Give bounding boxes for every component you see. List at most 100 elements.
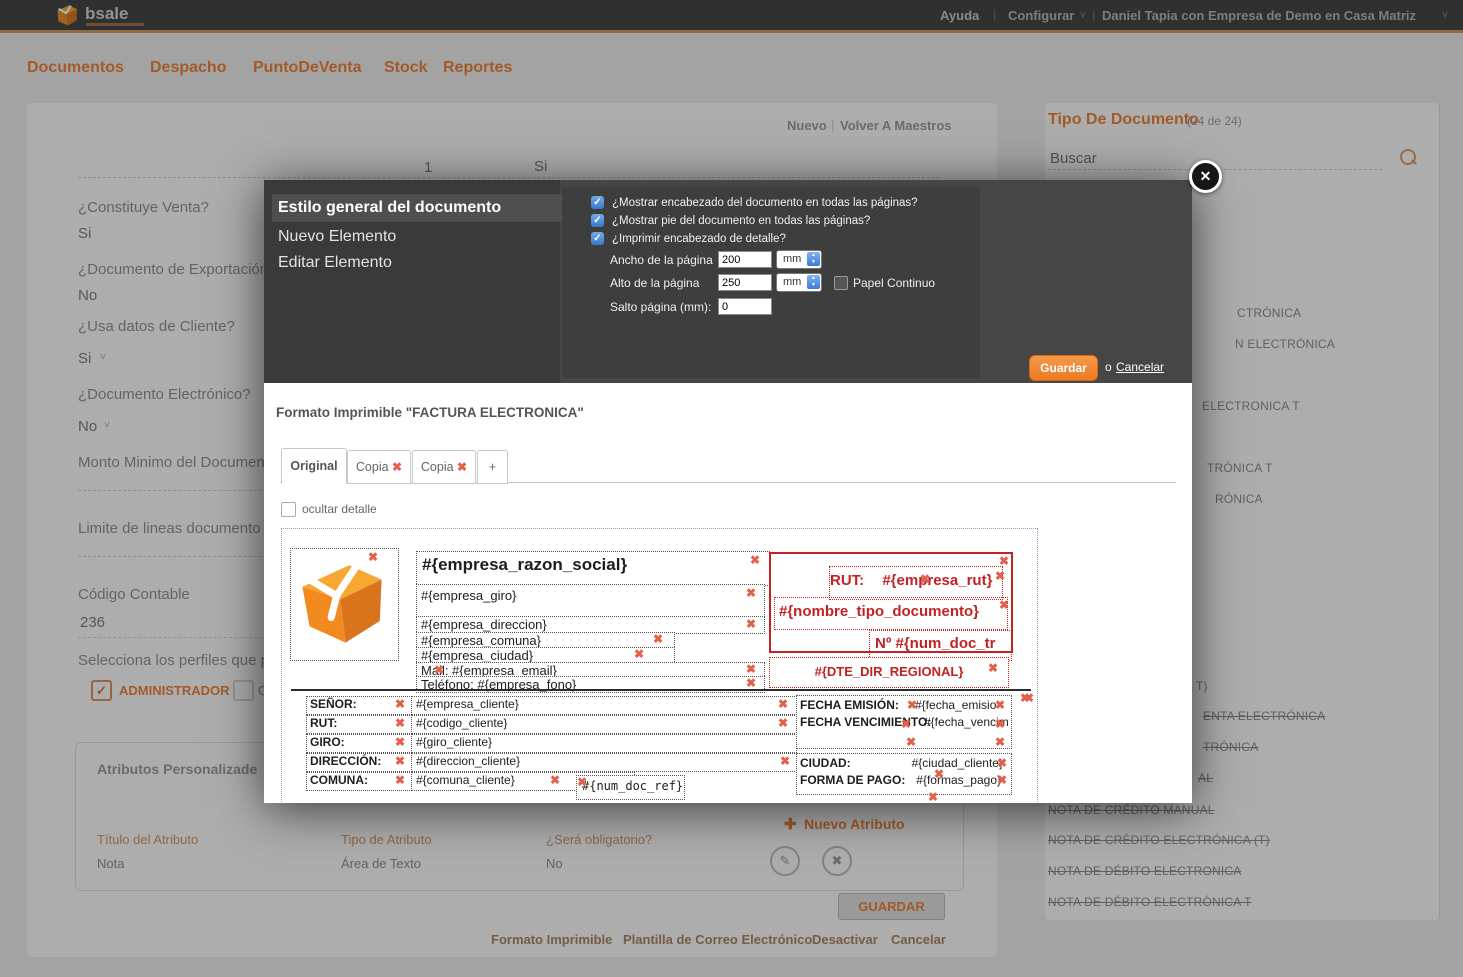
field-giro[interactable]: #{empresa_giro} <box>416 584 765 617</box>
alto-pagina-label: Alto de la página <box>610 276 699 290</box>
delete-icon[interactable]: ✖ <box>928 791 938 803</box>
company-logo-cube <box>297 557 387 649</box>
menu-nuevo-elemento[interactable]: Nuevo Elemento <box>278 228 396 246</box>
tab-copia-2-label: Copia <box>421 460 454 474</box>
delete-icon[interactable]: ✖ <box>995 718 1005 730</box>
modal-cancelar-link[interactable]: Cancelar <box>1116 360 1164 374</box>
section-separator <box>291 689 1031 691</box>
delete-icon[interactable]: ✖ <box>750 554 760 566</box>
imprimir-encabezado-label: ¿Imprimir encabezado de detalle? <box>612 233 786 245</box>
tab-original[interactable]: Original <box>281 448 347 484</box>
menu-estilo-general[interactable]: Estilo general del documento <box>272 194 564 222</box>
field-nombre-tipo-documento[interactable]: #{nombre_tipo_documento} <box>774 597 1008 630</box>
tab-copia-2[interactable]: Copia ✖ <box>412 450 476 484</box>
salto-pagina-input[interactable] <box>718 298 772 315</box>
fecha-emision-value: #{fecha_emisio <box>915 698 996 712</box>
stepper-icon[interactable]: ▲▼ <box>807 275 820 289</box>
field-num-doc-ref[interactable]: #{num_doc_ref} <box>576 775 685 800</box>
modal-guardar-button[interactable]: Guardar <box>1029 355 1098 381</box>
delete-icon[interactable]: ✖ <box>1024 692 1034 704</box>
estilo-general-panel: Estilo general del documento Nuevo Eleme… <box>264 180 1192 383</box>
alto-unit-select[interactable]: mm ▲▼ <box>776 273 822 292</box>
menu-editar-elemento[interactable]: Editar Elemento <box>278 254 392 272</box>
dte-red-box[interactable]: ✖ RUT: #{empresa_rut} ✖ ✖ #{nombre_tipo_… <box>769 552 1013 653</box>
delete-icon[interactable]: ✖ <box>746 618 756 630</box>
papel-continuo-label: Papel Continuo <box>853 276 935 290</box>
tab-copia-1[interactable]: Copia ✖ <box>347 450 411 484</box>
or-text: o <box>1105 360 1112 374</box>
field-direccion-cliente[interactable]: #{direccion_cliente} <box>411 753 797 772</box>
delete-icon[interactable]: ✖ <box>995 570 1005 582</box>
imprimir-encabezado-checkbox[interactable]: ✓ <box>591 232 604 245</box>
delete-icon[interactable]: ✖ <box>746 663 756 675</box>
field-dte-dir-regional[interactable]: #{DTE_DIR_REGIONAL} <box>769 657 1009 688</box>
mostrar-pie-label: ¿Mostrar pie del documento en todas las … <box>612 215 870 227</box>
field-rut-empresa[interactable]: RUT: #{empresa_rut} ✖ ✖ <box>829 566 1003 600</box>
mostrar-pie-checkbox[interactable]: ✓ <box>591 214 604 227</box>
app-root: bsale Ayuda | Configurar ˅ | Daniel Tapi… <box>0 0 1463 977</box>
delete-icon[interactable]: ✖ <box>634 648 644 660</box>
ancho-unit-value: mm <box>783 253 801 265</box>
delete-icon[interactable]: ✖ <box>780 755 790 767</box>
field-razon-social[interactable]: #{empresa_razon_social} <box>416 551 770 586</box>
delete-icon[interactable]: ✖ <box>999 599 1009 611</box>
delete-icon[interactable]: ✖ <box>999 555 1009 567</box>
delete-icon[interactable]: ✖ <box>395 717 405 729</box>
ancho-unit-select[interactable]: mm ▲▼ <box>776 250 822 269</box>
delete-icon[interactable]: ✖ <box>778 717 788 729</box>
fecha-vencimiento-label: FECHA VENCIMIENTO: <box>800 715 931 729</box>
mostrar-encabezado-checkbox[interactable]: ✓ <box>591 196 604 209</box>
stepper-icon[interactable]: ▲▼ <box>807 252 820 266</box>
tab-close-icon[interactable]: ✖ <box>457 460 467 474</box>
delete-icon[interactable]: ✖ <box>907 699 917 711</box>
formato-imprimible-modal: Estilo general del documento Nuevo Eleme… <box>264 180 1192 803</box>
delete-icon[interactable]: ✖ <box>746 587 756 599</box>
mostrar-encabezado-label: ¿Mostrar encabezado del documento en tod… <box>612 197 918 209</box>
delete-icon[interactable]: ✖ <box>746 677 756 689</box>
rut-value: #{empresa_rut} <box>882 572 992 589</box>
salto-pagina-label: Salto página (mm): <box>610 300 711 314</box>
forma-pago-label: FORMA DE PAGO: <box>800 773 905 787</box>
field-giro-cliente[interactable]: #{giro_cliente} <box>411 734 797 753</box>
delete-icon[interactable]: ✖ <box>997 757 1007 769</box>
delete-icon[interactable]: ✖ <box>934 768 944 780</box>
ocultar-detalle-label: ocultar detalle <box>302 502 377 516</box>
modal-title: Formato Imprimible "FACTURA ELECTRONICA" <box>276 405 584 420</box>
ciudad-label: CIUDAD: <box>800 756 851 770</box>
delete-icon[interactable]: ✖ <box>901 718 911 730</box>
alto-unit-value: mm <box>783 276 801 288</box>
delete-icon[interactable]: ✖ <box>395 755 405 767</box>
delete-icon[interactable]: ✖ <box>906 736 916 748</box>
ancho-pagina-input[interactable] <box>718 251 772 268</box>
tab-close-icon[interactable]: ✖ <box>392 460 402 474</box>
ocultar-detalle-checkbox[interactable] <box>281 502 296 517</box>
delete-icon[interactable]: ✖ <box>653 633 663 645</box>
alto-pagina-input[interactable] <box>718 274 772 291</box>
tab-add[interactable]: + <box>477 450 508 484</box>
field-empresa-cliente[interactable]: #{empresa_cliente} <box>411 696 797 715</box>
delete-icon[interactable]: ✖ <box>778 698 788 710</box>
delete-icon[interactable]: ✖ <box>995 699 1005 711</box>
delete-icon[interactable]: ✖ <box>550 774 560 786</box>
tab-copia-1-label: Copia <box>356 460 389 474</box>
delete-icon[interactable]: ✖ <box>368 551 378 563</box>
papel-continuo-checkbox[interactable] <box>834 276 848 290</box>
delete-icon[interactable]: ✖ <box>395 736 405 748</box>
delete-icon[interactable]: ✖ <box>997 774 1007 786</box>
field-codigo-cliente[interactable]: #{codigo_cliente} <box>411 715 797 734</box>
template-logo-box[interactable] <box>290 548 399 661</box>
delete-icon[interactable]: ✖ <box>395 774 405 786</box>
modal-menu: Estilo general del documento Nuevo Eleme… <box>264 180 560 383</box>
delete-icon[interactable]: ✖ <box>577 776 587 788</box>
delete-icon[interactable]: ✖ <box>988 662 998 674</box>
delete-icon[interactable]: ✖ <box>434 664 444 676</box>
modal-close-icon[interactable]: ✕ <box>1189 160 1222 193</box>
rut-label: RUT: <box>830 572 864 589</box>
delete-icon[interactable]: ✖ <box>920 573 930 585</box>
ancho-pagina-label: Ancho de la página <box>610 253 713 267</box>
delete-icon[interactable]: ✖ <box>995 736 1005 748</box>
template-preview: ✖ #{empresa_razon_social} ✖ #{empresa_gi… <box>281 528 1038 803</box>
ciudad-value: #{ciudad_cliente} <box>912 756 1003 770</box>
ciudad-pago-box[interactable]: CIUDAD: #{ciudad_cliente} FORMA DE PAGO:… <box>796 753 1012 795</box>
delete-icon[interactable]: ✖ <box>395 698 405 710</box>
